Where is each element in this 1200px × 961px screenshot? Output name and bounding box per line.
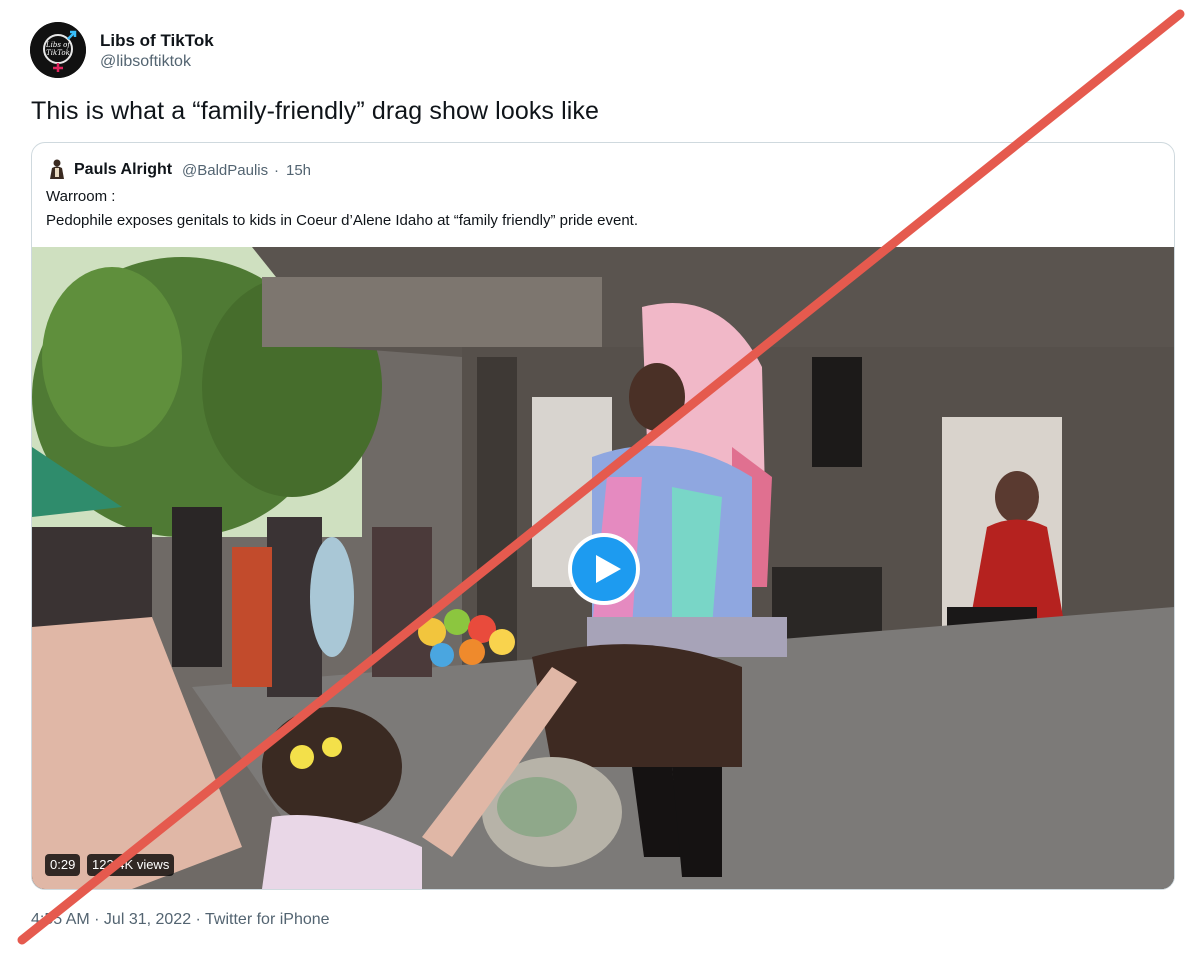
quote-text-line-1: Warroom : bbox=[46, 188, 116, 205]
author-name[interactable]: Libs of TikTok bbox=[100, 31, 214, 51]
quote-time[interactable]: 15h bbox=[286, 162, 311, 179]
play-icon bbox=[596, 555, 621, 583]
svg-text:Libs of: Libs of bbox=[45, 41, 71, 49]
quote-author-avatar-icon[interactable] bbox=[46, 158, 68, 180]
author-avatar[interactable]: Libs of TikTok bbox=[30, 22, 86, 78]
libs-of-tiktok-logo-icon: Libs of TikTok bbox=[30, 22, 86, 78]
tweet-timestamp-source[interactable]: 4:55 AM · Jul 31, 2022 · Twitter for iPh… bbox=[31, 911, 330, 929]
quote-text-line-2: Pedophile exposes genitals to kids in Co… bbox=[46, 212, 639, 229]
video-player[interactable]: 0:29 123.4K views bbox=[32, 247, 1174, 889]
video-duration-badge: 0:29 bbox=[45, 854, 81, 876]
quote-author-name[interactable]: Pauls Alright bbox=[74, 161, 172, 179]
author-handle[interactable]: @libsoftiktok bbox=[100, 53, 191, 71]
video-views-badge: 123.4K views bbox=[87, 854, 175, 876]
tweet-text: This is what a “family-friendly” drag sh… bbox=[31, 97, 599, 125]
quoted-tweet-card[interactable]: Pauls Alright @BaldPaulis · 15h Warroom … bbox=[31, 142, 1175, 890]
svg-text:TikTok: TikTok bbox=[46, 49, 70, 57]
play-button[interactable] bbox=[568, 533, 640, 605]
quote-meta-separator: · bbox=[274, 162, 279, 179]
quote-author-handle[interactable]: @BaldPaulis bbox=[182, 162, 268, 179]
